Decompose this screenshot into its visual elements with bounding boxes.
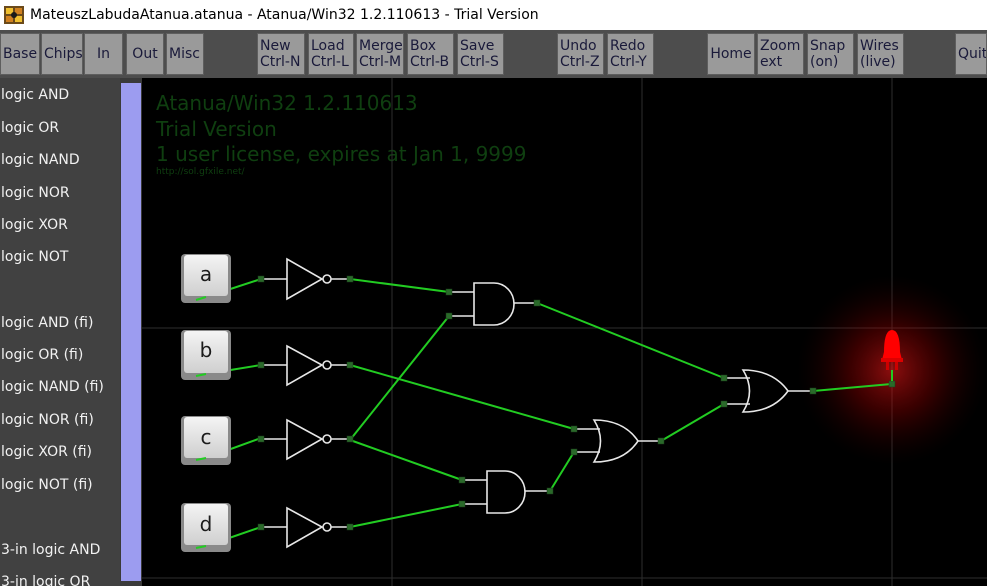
new-label: New (260, 38, 291, 54)
not-gate-c[interactable] (261, 418, 350, 461)
merge-label: Merge (359, 38, 403, 54)
wire-or1-or2 (660, 403, 725, 442)
key-c-label: c (201, 425, 212, 449)
zoom-button[interactable]: Zoom ext (757, 33, 804, 75)
base-tab-label: Base (3, 46, 38, 62)
palette-item-logic-xor[interactable]: logic XOR (1, 215, 68, 235)
merge-shortcut: Ctrl-M (359, 54, 402, 70)
palette-item-logic-or[interactable]: logic OR (1, 118, 59, 138)
and-gate-1[interactable] (449, 282, 537, 326)
wires (205, 278, 893, 547)
load-label: Load (311, 38, 345, 54)
and-gate-2[interactable] (462, 470, 550, 514)
palette-scroll-thumb[interactable] (121, 83, 141, 581)
snap-state: (on) (810, 54, 839, 70)
new-shortcut: Ctrl-N (260, 54, 301, 70)
pins (257, 275, 896, 531)
zoom-label: Zoom (760, 38, 801, 54)
quit-label: Quit (958, 46, 987, 62)
save-label: Save (460, 38, 495, 54)
undo-shortcut: Ctrl-Z (560, 54, 600, 70)
quit-button[interactable]: Quit (955, 33, 987, 75)
save-button[interactable]: Save Ctrl-S (457, 33, 504, 75)
misc-tab-label: Misc (169, 46, 200, 62)
redo-shortcut: Ctrl-Y (610, 54, 647, 70)
in-tab-label: In (96, 46, 110, 62)
chips-tab-label: Chips (44, 46, 83, 62)
or-gate-1[interactable] (574, 419, 661, 463)
palette-item-logic-or-fi[interactable]: logic OR (fi) (1, 345, 83, 365)
box-button[interactable]: Box Ctrl-B (407, 33, 454, 75)
wires-label: Wires (860, 38, 899, 54)
key-a[interactable]: a (181, 254, 231, 303)
wire-nota-and1 (349, 278, 450, 293)
component-palette: logic AND logic OR logic NAND logic NOR … (0, 78, 120, 586)
palette-item-logic-not-fi[interactable]: logic NOT (fi) (1, 475, 93, 495)
zoom-state: ext (760, 54, 783, 70)
key-a-label: a (200, 262, 212, 286)
undo-label: Undo (560, 38, 597, 54)
key-d[interactable]: d (181, 503, 231, 552)
save-shortcut: Ctrl-S (460, 54, 499, 70)
wire-notc-and1 (349, 315, 450, 441)
key-d-label: d (200, 512, 213, 536)
misc-tab-button[interactable]: Misc (166, 33, 204, 75)
redo-label: Redo (610, 38, 646, 54)
atanua-app-icon (4, 6, 24, 24)
palette-scrollbar[interactable] (120, 78, 142, 586)
home-button[interactable]: Home (707, 33, 755, 75)
circuit-drawing: a b c d (142, 78, 987, 586)
palette-item-logic-xor-fi[interactable]: logic XOR (fi) (1, 442, 92, 462)
toolbar: Base Chips In Out Misc New Ctrl-N Load Ctr… (0, 30, 987, 78)
not-gate-a[interactable] (261, 257, 350, 301)
wires-button[interactable]: Wires (live) (857, 33, 904, 75)
box-shortcut: Ctrl-B (410, 54, 450, 70)
key-c[interactable]: c (181, 416, 231, 465)
palette-item-logic-nand-fi[interactable]: logic NAND (fi) (1, 377, 104, 397)
key-b[interactable]: b (181, 330, 231, 380)
title-bar: MateuszLabudaAtanua.atanua - Atanua/Win3… (0, 0, 987, 30)
out-tab-label: Out (132, 46, 158, 62)
not-gate-d[interactable] (261, 506, 350, 549)
window-title: MateuszLabudaAtanua.atanua - Atanua/Win3… (30, 7, 539, 23)
palette-item-logic-and-fi[interactable]: logic AND (fi) (1, 313, 93, 333)
palette-item-logic-not[interactable]: logic NOT (1, 247, 68, 267)
key-b-label: b (200, 338, 213, 362)
palette-item-3in-logic-or[interactable]: 3-in logic OR (1, 572, 90, 586)
palette-item-logic-nand[interactable]: logic NAND (1, 150, 80, 170)
home-label: Home (710, 46, 752, 62)
wire-notc-and2 (349, 439, 463, 481)
palette-item-logic-and[interactable]: logic AND (1, 85, 69, 105)
wire-notd-and2 (349, 503, 463, 528)
new-button[interactable]: New Ctrl-N (257, 33, 305, 75)
out-tab-button[interactable]: Out (126, 33, 164, 75)
circuit-canvas[interactable]: Atanua/Win32 1.2.110613 Trial Version 1 … (142, 78, 987, 586)
snap-label: Snap (810, 38, 846, 54)
load-button[interactable]: Load Ctrl-L (308, 33, 354, 75)
box-label: Box (410, 38, 437, 54)
undo-button[interactable]: Undo Ctrl-Z (557, 33, 604, 75)
redo-button[interactable]: Redo Ctrl-Y (607, 33, 654, 75)
load-shortcut: Ctrl-L (311, 54, 349, 70)
merge-button[interactable]: Merge Ctrl-M (356, 33, 404, 75)
palette-item-3in-logic-and[interactable]: 3-in logic AND (1, 540, 100, 560)
palette-item-logic-nor-fi[interactable]: logic NOR (fi) (1, 410, 94, 430)
palette-item-logic-nor[interactable]: logic NOR (1, 183, 70, 203)
not-gate-b[interactable] (261, 344, 350, 387)
wires-state: (live) (860, 54, 896, 70)
in-tab-button[interactable]: In (84, 33, 123, 75)
chips-tab-button[interactable]: Chips (41, 33, 83, 75)
wire-and1-or2 (536, 302, 725, 379)
base-tab-button[interactable]: Base (0, 33, 40, 75)
snap-button[interactable]: Snap (on) (807, 33, 854, 75)
wire-and2-or1 (549, 451, 575, 492)
